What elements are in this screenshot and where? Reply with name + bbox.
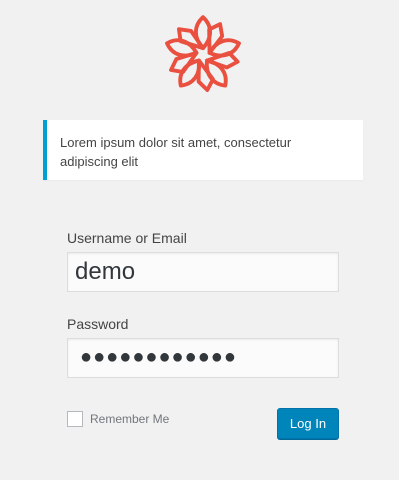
- login-notice: Lorem ipsum dolor sit amet, consectetur …: [43, 120, 363, 180]
- login-button[interactable]: Log In: [277, 408, 339, 439]
- password-input[interactable]: [67, 338, 339, 378]
- notice-text: Lorem ipsum dolor sit amet, consectetur …: [60, 135, 292, 169]
- remember-me[interactable]: Remember Me: [67, 411, 169, 427]
- password-label: Password: [67, 316, 129, 332]
- username-label: Username or Email: [67, 230, 187, 246]
- remember-me-checkbox[interactable]: [67, 411, 83, 427]
- remember-me-label[interactable]: Remember Me: [90, 412, 169, 426]
- username-input[interactable]: [67, 252, 339, 292]
- flower-logo-icon: [165, 15, 241, 92]
